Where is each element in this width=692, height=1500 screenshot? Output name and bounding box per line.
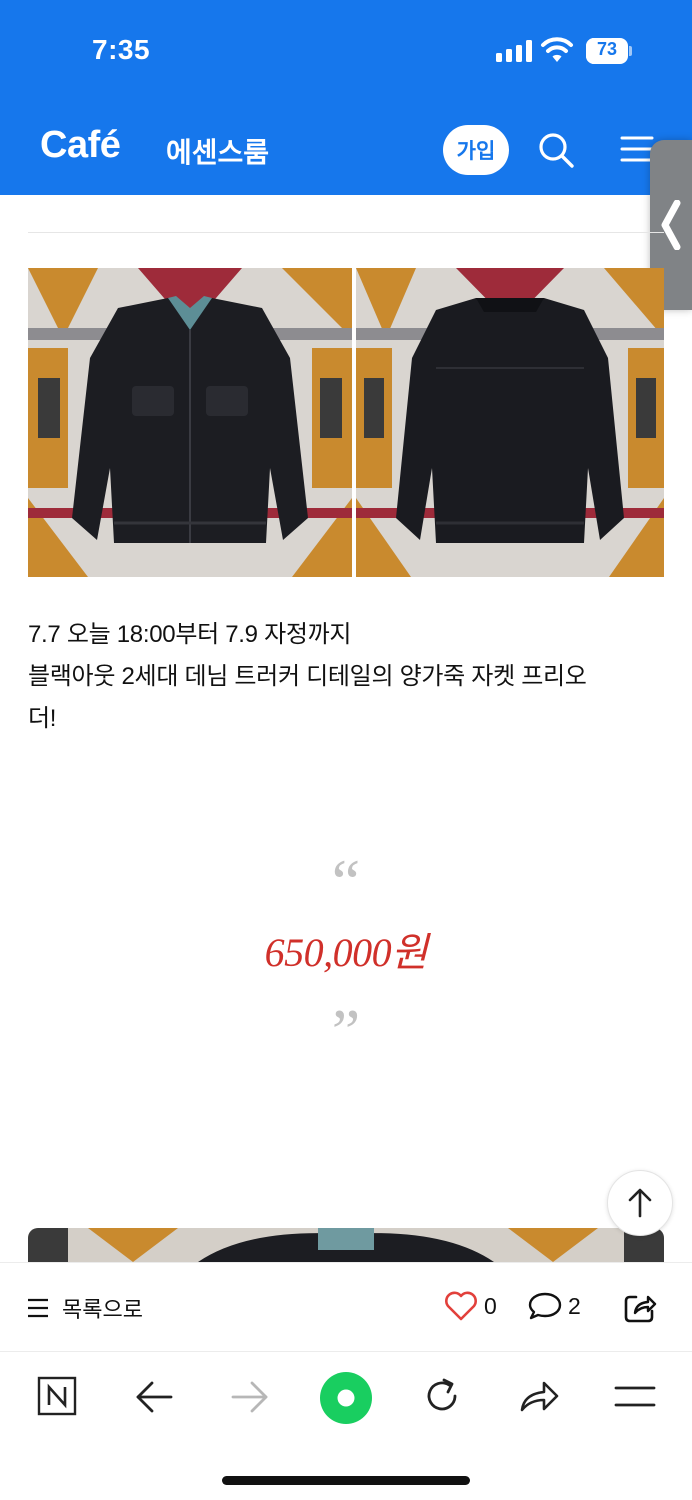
cellular-signal-icon bbox=[496, 40, 532, 62]
battery-level: 73 bbox=[596, 39, 618, 59]
price-text: 650,000원 bbox=[264, 930, 428, 975]
comment-count: 2 bbox=[568, 1292, 581, 1319]
content-divider bbox=[28, 232, 664, 233]
cafe-header: 7:35 73 Café 에센스룸 가입 bbox=[0, 0, 692, 195]
scroll-to-top-button[interactable] bbox=[607, 1170, 673, 1236]
heart-icon bbox=[445, 1291, 477, 1321]
refresh-icon[interactable] bbox=[422, 1376, 462, 1416]
share-arrow-icon[interactable] bbox=[518, 1378, 560, 1414]
home-indicator bbox=[222, 1476, 470, 1485]
description-line: 7.7 오늘 18:00부터 7.9 자정까지 bbox=[28, 621, 352, 648]
cafe-name[interactable]: 에센스룸 bbox=[166, 131, 269, 171]
menu-icon[interactable] bbox=[614, 1384, 656, 1410]
description-line: 더! bbox=[28, 705, 57, 732]
comment-bubble-icon bbox=[528, 1292, 562, 1320]
join-button[interactable]: 가입 bbox=[443, 125, 509, 175]
arrow-up-icon bbox=[628, 1188, 652, 1218]
battery-icon: 73 bbox=[586, 38, 632, 64]
cafe-logo[interactable]: Café bbox=[40, 124, 121, 167]
list-icon bbox=[28, 1298, 48, 1318]
description-line: 블랙아웃 2세대 데님 트러커 디테일의 양가죽 자켓 프리오 bbox=[28, 663, 587, 690]
open-quote-mark: “ bbox=[331, 846, 361, 917]
green-dot-icon[interactable] bbox=[319, 1371, 373, 1425]
jacket-front-photo[interactable] bbox=[28, 268, 352, 577]
back-to-list-button[interactable]: 목록으로 bbox=[26, 1293, 143, 1323]
article-action-bar: 목록으로 0 2 bbox=[0, 1262, 692, 1352]
back-arrow-icon[interactable] bbox=[134, 1380, 174, 1414]
close-quote-mark: ” bbox=[331, 996, 361, 1067]
chevron-left-icon bbox=[661, 200, 681, 250]
forward-arrow-icon[interactable] bbox=[230, 1380, 270, 1414]
article-description: 7.7 오늘 18:00부터 7.9 자정까지 블랙아웃 2세대 데님 트러커 … bbox=[28, 614, 668, 740]
status-time: 7:35 bbox=[92, 34, 151, 65]
hamburger-menu-icon[interactable] bbox=[620, 134, 654, 164]
like-button[interactable]: 0 bbox=[444, 1291, 497, 1321]
search-icon[interactable] bbox=[536, 130, 576, 170]
jacket-back-photo[interactable] bbox=[356, 268, 664, 577]
comment-button[interactable]: 2 bbox=[528, 1291, 581, 1321]
back-to-list-label: 목록으로 bbox=[62, 1297, 143, 1322]
like-count: 0 bbox=[484, 1292, 497, 1319]
next-photo-preview[interactable] bbox=[28, 1228, 664, 1262]
wifi-icon bbox=[541, 37, 573, 62]
share-icon[interactable] bbox=[622, 1289, 658, 1325]
naver-n-icon[interactable] bbox=[37, 1376, 77, 1416]
